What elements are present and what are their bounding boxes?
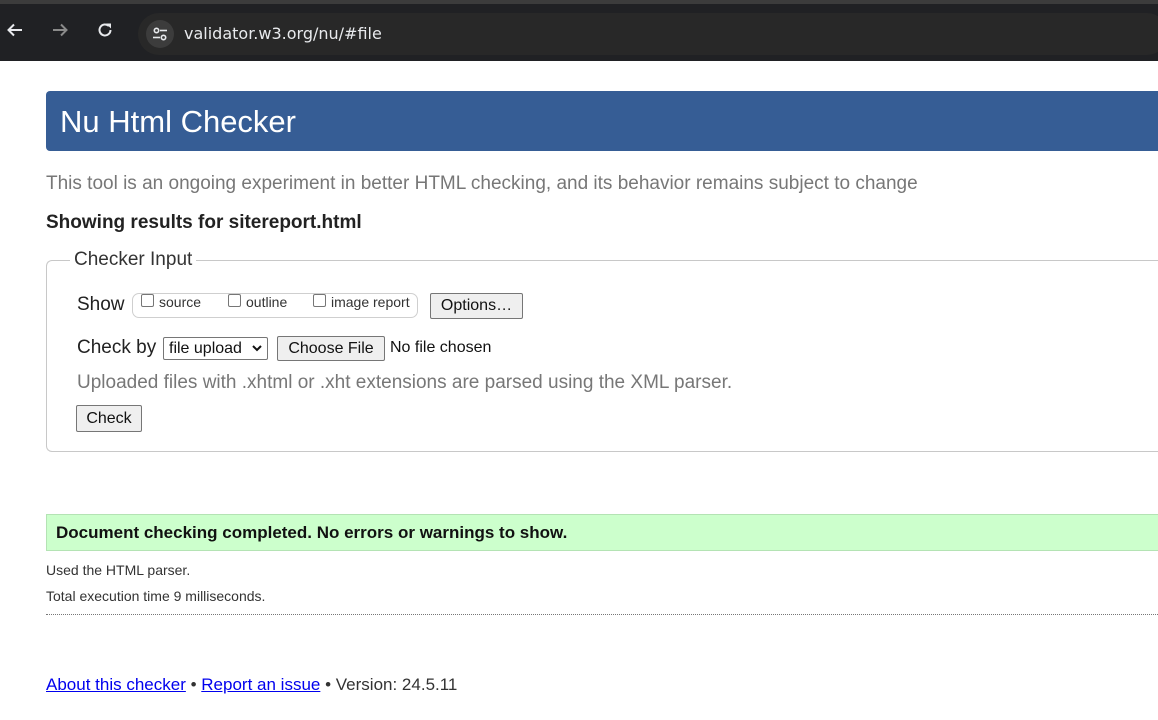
footer-separator: • [325, 675, 332, 694]
page-title: Nu Html Checker [60, 104, 296, 139]
show-outline-label: outline [246, 294, 288, 310]
chevron-down-icon [252, 345, 262, 352]
site-info-button[interactable] [146, 20, 174, 48]
checkbox-icon[interactable] [228, 293, 241, 307]
choose-file-button[interactable]: Choose File [277, 336, 385, 361]
about-checker-link[interactable]: About this checker [46, 675, 186, 694]
showing-results-heading: Showing results for sitereport.html [46, 212, 362, 233]
forward-button[interactable] [49, 19, 71, 41]
version-text: Version: 24.5.11 [335, 675, 458, 694]
options-button[interactable]: Options… [430, 293, 523, 319]
success-message: Document checking completed. No errors o… [56, 523, 568, 542]
check-button[interactable]: Check [76, 405, 142, 432]
check-by-label: Check by [77, 337, 157, 358]
reload-icon [98, 23, 112, 37]
show-outline-checkbox[interactable]: outline [228, 293, 288, 310]
show-label: Show [77, 294, 125, 315]
arrow-left-icon [7, 23, 22, 37]
show-source-checkbox[interactable]: source [141, 293, 202, 310]
xml-parser-hint: Uploaded files with .xhtml or .xht exten… [77, 372, 733, 393]
tune-icon [153, 27, 167, 41]
browser-toolbar: validator.w3.org/nu/#file [0, 0, 1158, 61]
show-source-label: source [159, 294, 202, 310]
show-image-report-label: image report [331, 294, 410, 310]
checkbox-icon[interactable] [141, 293, 154, 307]
arrow-right-icon [53, 23, 68, 37]
execution-time: Total execution time 9 milliseconds. [46, 588, 266, 604]
show-image-report-checkbox[interactable]: image report [313, 293, 410, 310]
checkbox-icon[interactable] [313, 293, 326, 307]
checker-input-legend: Checker Input [70, 249, 197, 271]
parser-note: Used the HTML parser. [46, 562, 191, 578]
url-text[interactable]: validator.w3.org/nu/#file [184, 24, 382, 43]
report-issue-link[interactable]: Report an issue [201, 675, 320, 694]
results-divider [46, 614, 1158, 615]
back-button[interactable] [4, 19, 26, 41]
success-message-box: Document checking completed. No errors o… [46, 514, 1158, 551]
no-file-chosen-text: No file chosen [390, 339, 492, 356]
check-by-selected-value: file upload [169, 340, 242, 357]
check-by-select[interactable]: file upload [163, 337, 268, 360]
reload-button[interactable] [94, 19, 116, 41]
page-footer: About this checker • Report an issue • V… [46, 675, 457, 695]
footer-separator: • [190, 675, 197, 694]
address-bar[interactable]: validator.w3.org/nu/#file [138, 13, 1158, 55]
page-banner: Nu Html Checker [46, 91, 1158, 151]
tagline: This tool is an ongoing experiment in be… [46, 173, 918, 194]
